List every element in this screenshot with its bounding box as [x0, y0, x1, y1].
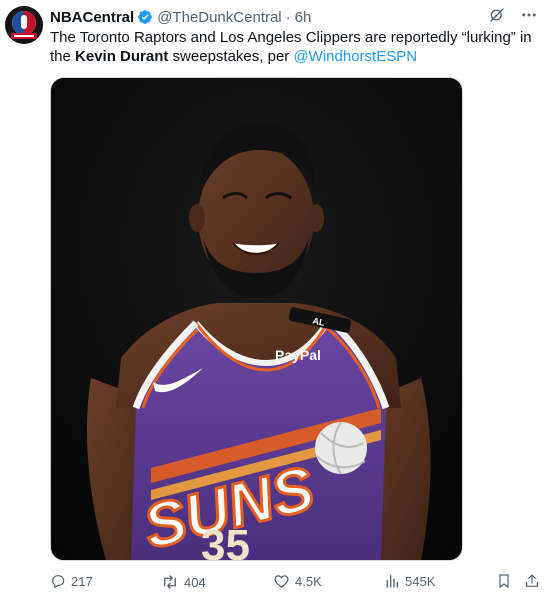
like-button[interactable]: 4.5K — [273, 573, 322, 590]
mention-link[interactable]: @WindhorstESPN — [293, 48, 417, 65]
bookmark-icon — [499, 574, 509, 588]
reply-icon — [52, 575, 65, 588]
header-actions — [488, 6, 538, 24]
share-button[interactable] — [524, 573, 540, 589]
verified-badge-icon — [137, 9, 153, 25]
bookmark-button[interactable] — [496, 573, 512, 589]
views-button[interactable]: 545K — [384, 573, 435, 589]
reply-count: 217 — [71, 573, 93, 589]
repost-button[interactable]: 404 — [161, 573, 206, 591]
views-icon — [386, 575, 398, 588]
more-icon[interactable] — [520, 6, 538, 24]
display-name[interactable]: NBACentral — [50, 9, 134, 26]
repost-count: 404 — [184, 574, 206, 590]
repost-icon — [164, 575, 176, 589]
tweet-text: The Toronto Raptors and Los Angeles Clip… — [50, 28, 540, 66]
tweet[interactable]: NBACentral @TheDunkCentral · 6h The Toro… — [0, 0, 554, 603]
view-count: 545K — [405, 573, 436, 589]
handle[interactable]: @TheDunkCentral — [157, 9, 281, 26]
separator-dot: · — [285, 8, 291, 26]
jersey-sponsor: PayPal — [275, 347, 321, 363]
tweet-photo[interactable]: AL PayPal SUNS 35 — [50, 77, 463, 561]
action-bar: 217 404 4.5K 545K — [50, 573, 540, 595]
avatar[interactable] — [5, 6, 43, 44]
like-count: 4.5K — [295, 574, 322, 589]
nba-central-logo-icon — [5, 6, 43, 44]
reply-button[interactable]: 217 — [50, 573, 93, 589]
grok-icon[interactable] — [488, 6, 506, 24]
jersey-number: 35 — [201, 521, 250, 560]
tweet-text-bold: Kevin Durant — [75, 48, 169, 65]
heart-icon — [274, 575, 289, 588]
tweet-header: NBACentral @TheDunkCentral · 6h — [50, 7, 311, 27]
share-icon — [526, 574, 538, 587]
tweet-text-part2: sweepstakes, per — [168, 48, 294, 65]
timestamp[interactable]: 6h — [295, 9, 312, 26]
